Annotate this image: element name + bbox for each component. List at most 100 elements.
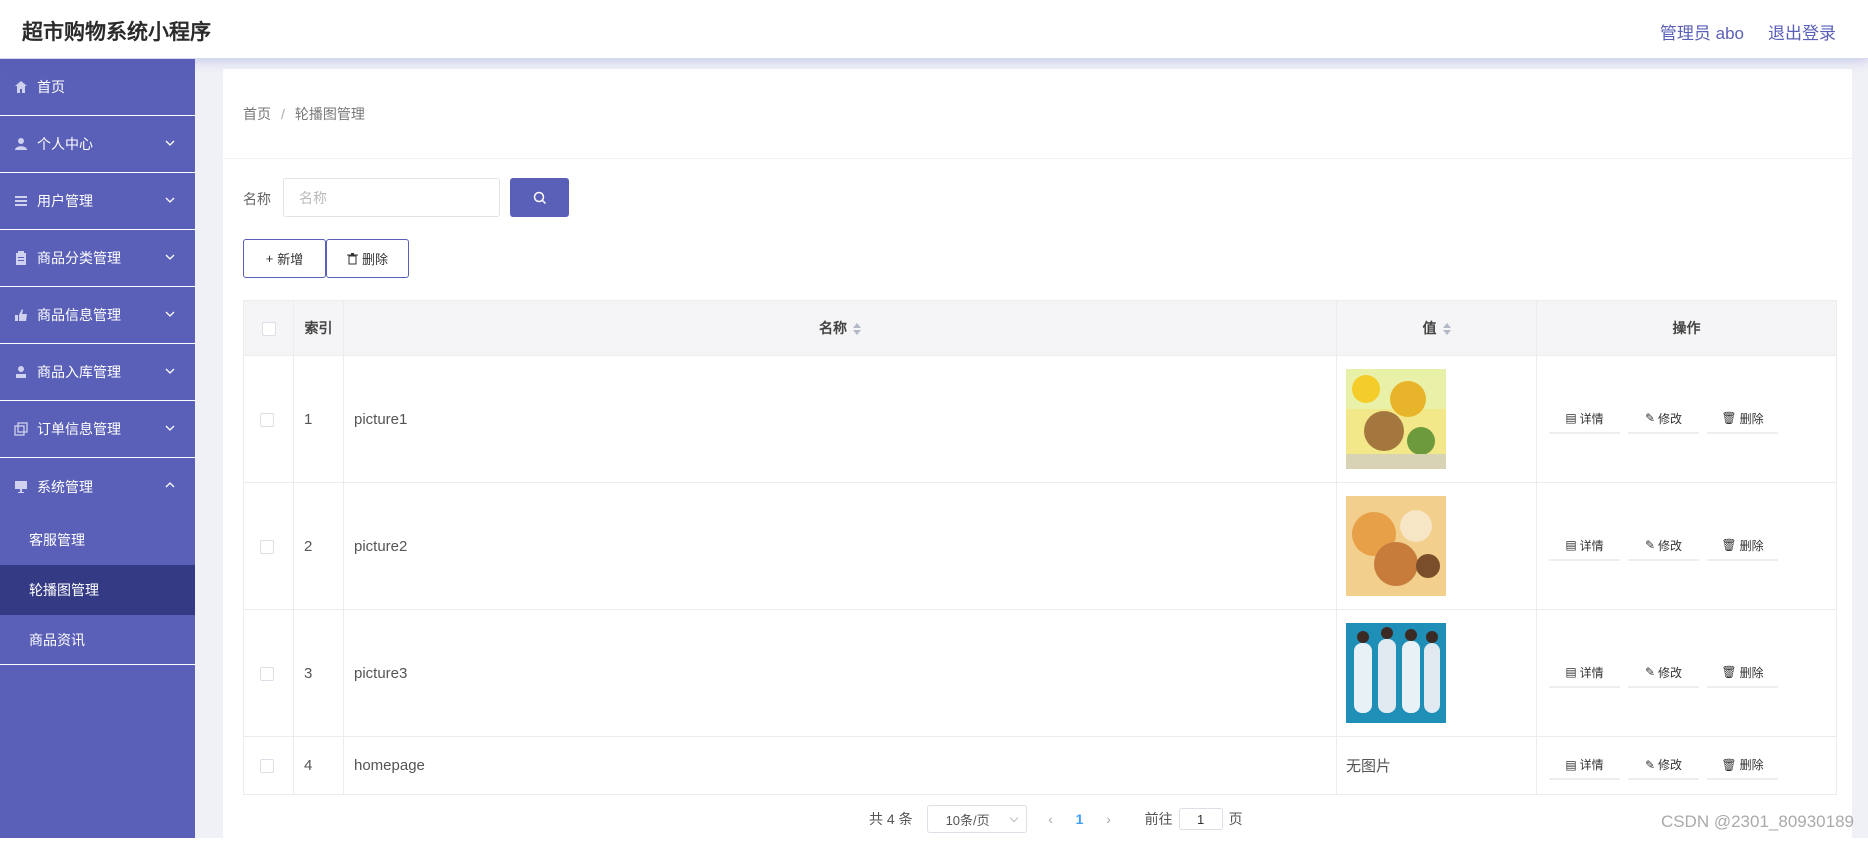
- checkbox[interactable]: [260, 413, 274, 427]
- checkbox[interactable]: [260, 759, 274, 773]
- row-select-cell: [244, 483, 294, 610]
- row-index: 1: [294, 356, 344, 483]
- detail-button[interactable]: ▤详情: [1549, 659, 1620, 688]
- carousel-image-thumbnail[interactable]: [1346, 496, 1446, 596]
- search-input[interactable]: [283, 178, 500, 217]
- prev-page-button[interactable]: ‹: [1037, 811, 1065, 827]
- sort-icon[interactable]: [1443, 322, 1451, 336]
- sidebar-item-order-management[interactable]: 订单信息管理: [0, 401, 195, 458]
- logout-link[interactable]: 退出登录: [1768, 19, 1836, 44]
- carousel-image-thumbnail[interactable]: [1346, 369, 1446, 469]
- pencil-icon: ✎: [1645, 758, 1655, 772]
- edit-button[interactable]: ✎修改: [1628, 532, 1699, 561]
- delete-button[interactable]: 🗑 删除: [1707, 751, 1778, 780]
- header-value[interactable]: 值: [1337, 301, 1537, 356]
- monitor-icon: [13, 479, 29, 495]
- sidebar-item-label: 商品信息管理: [37, 305, 121, 325]
- sidebar-item-label: 商品入库管理: [37, 362, 121, 382]
- add-button[interactable]: + 新增: [243, 239, 326, 278]
- document-icon: ▤: [1565, 538, 1576, 552]
- checkbox[interactable]: [260, 667, 274, 681]
- table-row: 1 picture1: [244, 356, 1837, 483]
- sidebar-item-system-management[interactable]: 系统管理: [0, 458, 195, 515]
- header-ops: 操作: [1537, 301, 1837, 356]
- sidebar-item-label: 首页: [37, 77, 65, 97]
- row-name: picture2: [344, 483, 1337, 610]
- plus-icon: +: [266, 251, 274, 266]
- row-value-cell: [1337, 610, 1537, 737]
- sidebar-item-product-info-management[interactable]: 商品信息管理: [0, 287, 195, 344]
- home-icon: [13, 79, 29, 95]
- sidebar-subitem-carousel-management[interactable]: 轮播图管理: [0, 565, 195, 615]
- delete-button[interactable]: 🗑删除: [1707, 659, 1778, 688]
- table-row: 2 picture2 ▤详情: [244, 483, 1837, 610]
- row-name: homepage: [344, 737, 1337, 795]
- thumb-icon: [13, 307, 29, 323]
- sidebar-subitem-customer-service[interactable]: 客服管理: [0, 515, 195, 565]
- next-page-button[interactable]: ›: [1095, 811, 1123, 827]
- edit-button[interactable]: ✎修改: [1628, 405, 1699, 434]
- sidebar-subitem-label: 商品资讯: [29, 630, 85, 650]
- add-button-label: 新增: [277, 249, 303, 268]
- sidebar-item-user-management[interactable]: 用户管理: [0, 173, 195, 230]
- edit-label: 修改: [1658, 410, 1682, 427]
- sidebar-item-label: 系统管理: [37, 477, 93, 497]
- pencil-icon: ✎: [1645, 665, 1655, 679]
- row-index: 2: [294, 483, 344, 610]
- pencil-icon: ✎: [1645, 411, 1655, 425]
- row-name: picture1: [344, 356, 1337, 483]
- checkbox[interactable]: [260, 540, 274, 554]
- user-icon: [13, 136, 29, 152]
- admin-user-label[interactable]: 管理员 abo: [1660, 19, 1744, 44]
- page-number[interactable]: 1: [1065, 811, 1095, 827]
- list-icon: [13, 193, 29, 209]
- sort-icon[interactable]: [853, 322, 861, 336]
- carousel-table: 索引 名称 值 操作 1 picture1: [243, 300, 1837, 795]
- sidebar: 首页 个人中心 用户管理 商品分类管理 商品信息管理 商品入库管理 订单信息管理…: [0, 59, 195, 838]
- header-name-label: 名称: [819, 320, 847, 336]
- breadcrumb: 首页 / 轮播图管理: [223, 69, 1852, 158]
- goto-prefix: 前往: [1145, 809, 1173, 829]
- header-select-all[interactable]: [244, 301, 294, 356]
- trash-icon: 🗑: [1721, 758, 1736, 772]
- edit-button[interactable]: ✎修改: [1628, 659, 1699, 688]
- sidebar-item-label: 用户管理: [37, 191, 93, 211]
- sidebar-item-category-management[interactable]: 商品分类管理: [0, 230, 195, 287]
- detail-label: 详情: [1580, 756, 1604, 773]
- search-button[interactable]: [510, 178, 569, 217]
- goto-suffix: 页: [1229, 809, 1243, 829]
- sidebar-item-label: 订单信息管理: [37, 419, 121, 439]
- document-icon: ▤: [1565, 411, 1576, 425]
- page-size-select[interactable]: 10条/页: [927, 805, 1027, 833]
- bulk-delete-button[interactable]: 删除: [326, 239, 409, 278]
- breadcrumb-home[interactable]: 首页: [243, 104, 271, 124]
- document-icon: ▤: [1565, 758, 1576, 772]
- page-size-value: 10条/页: [946, 810, 990, 829]
- row-actions: ▤详情 ✎修改 🗑删除: [1537, 610, 1837, 737]
- detail-label: 详情: [1580, 664, 1604, 681]
- delete-label: 删除: [1740, 756, 1764, 773]
- sidebar-subitem-product-news[interactable]: 商品资讯: [0, 615, 195, 665]
- detail-button[interactable]: ▤详情: [1549, 532, 1620, 561]
- delete-button[interactable]: 🗑删除: [1707, 532, 1778, 561]
- row-name: picture3: [344, 610, 1337, 737]
- carousel-image-thumbnail[interactable]: [1346, 623, 1446, 723]
- detail-button[interactable]: ▤详情: [1549, 405, 1620, 434]
- sidebar-item-personal-center[interactable]: 个人中心: [0, 116, 195, 173]
- detail-button[interactable]: ▤ 详情: [1549, 751, 1620, 780]
- delete-label: 删除: [1740, 537, 1764, 554]
- chevron-down-icon: [163, 307, 177, 321]
- sidebar-item-stock-in-management[interactable]: 商品入库管理: [0, 344, 195, 401]
- copy-icon: [13, 421, 29, 437]
- header-name[interactable]: 名称: [344, 301, 1337, 356]
- search-icon: [533, 191, 547, 205]
- header-index: 索引: [294, 301, 344, 356]
- row-value: 无图片: [1337, 737, 1537, 795]
- edit-label: 修改: [1658, 664, 1682, 681]
- edit-button[interactable]: ✎修改: [1628, 751, 1699, 780]
- goto-page-input[interactable]: [1179, 808, 1223, 830]
- delete-button[interactable]: 🗑删除: [1707, 405, 1778, 434]
- sidebar-item-home[interactable]: 首页: [0, 59, 195, 116]
- checkbox[interactable]: [262, 322, 276, 336]
- chevron-down-icon: [163, 193, 177, 207]
